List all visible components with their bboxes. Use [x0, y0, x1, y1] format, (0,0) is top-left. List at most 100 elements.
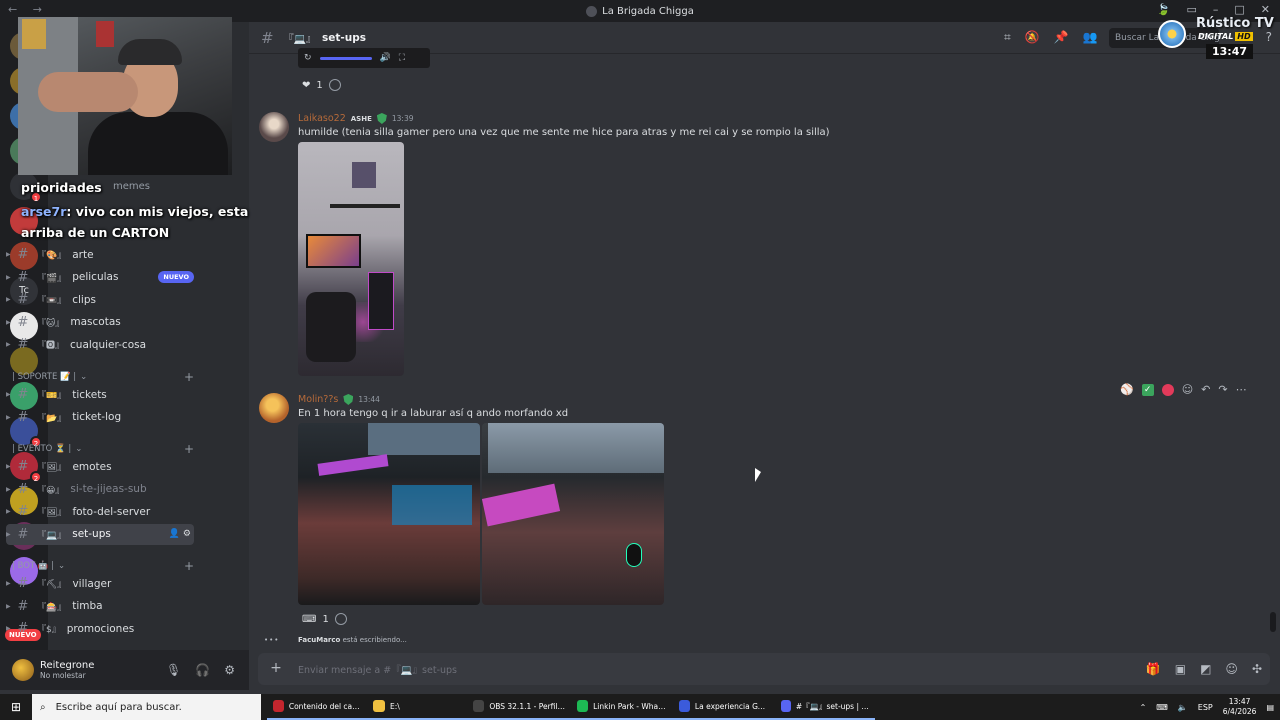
quick-reaction-check[interactable]: ✓ — [1141, 383, 1154, 396]
collapse-arrow-icon: ▶ — [6, 530, 11, 538]
add-reaction-icon[interactable] — [328, 79, 341, 91]
role-shield-icon — [343, 394, 354, 405]
collapse-arrow-icon: ▶ — [6, 463, 11, 470]
gift-icon[interactable]: 🎁 — [1146, 662, 1161, 676]
channel-emoji: 『📂』 — [37, 413, 67, 424]
settings-gear-icon[interactable]: ⚙ — [224, 663, 235, 677]
add-channel-icon[interactable]: + — [184, 370, 194, 384]
taskbar-search[interactable]: ⌕ Escribe aquí para buscar. — [32, 694, 261, 720]
channel-emoji: 『⛏』 — [37, 580, 67, 590]
tray-chevron-icon[interactable]: ⌃ — [1140, 703, 1147, 712]
sidebar-item-clips[interactable]: ▶ # 『📼』 clips — [6, 289, 194, 310]
sidebar-item-set-ups[interactable]: ▶ # 『💻』 set-ups 👤⚙ — [6, 523, 194, 545]
username[interactable]: Reitegrone — [40, 660, 94, 671]
notifications-muted-icon[interactable]: 🔕 — [1025, 30, 1040, 45]
channel-emoji: 『💻』 — [37, 530, 67, 541]
taskbar-app-button[interactable]: Contenido del cana... — [267, 694, 367, 720]
attachment-image-setup[interactable] — [298, 142, 404, 376]
sidebar-item-emotes[interactable]: ▶ # 『🖼』 emotes — [6, 456, 194, 477]
hash-icon: # — [17, 576, 29, 591]
taskbar-app-button[interactable]: OBS 32.1.1 - Perfil: ... — [467, 694, 571, 720]
apps-icon[interactable]: ✣ — [1252, 662, 1262, 676]
language-indicator[interactable]: ESP — [1198, 703, 1213, 712]
volume-bar[interactable] — [319, 56, 372, 60]
avatar[interactable] — [259, 112, 289, 142]
message-author[interactable]: Laikaso22 — [298, 113, 346, 124]
quick-reaction-baseball[interactable]: ⚾ — [1120, 383, 1134, 396]
taskbar-app-label: E:\ — [390, 701, 400, 711]
channel-title: set-ups — [322, 31, 367, 44]
user-tag: ASHE — [350, 114, 372, 123]
typing-dots-icon: ••• — [264, 636, 280, 644]
message-author[interactable]: Molin??s — [298, 394, 338, 405]
sidebar-item-si-te-jijeas-sub[interactable]: ▶ # 『😀』 si-te-jijeas-sub — [6, 479, 194, 500]
add-reaction-icon[interactable] — [334, 613, 347, 625]
sidebar-item-mascotas[interactable]: ▶ # 『🐱』 mascotas — [6, 312, 194, 333]
network-icon[interactable]: ⌨ — [1156, 703, 1168, 712]
emoji-icon[interactable]: ☺ — [1225, 662, 1238, 676]
new-badge: NUEVO — [158, 271, 194, 284]
webcam-overlay — [18, 17, 232, 175]
tv-brand: Rústico TV — [1196, 16, 1274, 31]
add-channel-icon[interactable]: + — [184, 442, 194, 456]
attach-plus-icon[interactable]: + — [268, 661, 284, 677]
windows-start-icon[interactable]: ⊞ — [0, 700, 32, 714]
hash-icon: # — [261, 28, 274, 47]
taskbar-app-button[interactable]: E:\ — [367, 694, 467, 720]
quick-reaction-face[interactable] — [1161, 383, 1174, 396]
sidebar-item-promociones[interactable]: ▶ # 『$』 promociones — [6, 618, 194, 639]
channel-emoji: 『🖼』 — [37, 508, 67, 519]
nav-arrows[interactable]: ← → — [8, 3, 48, 16]
sidebar-item-peliculas[interactable]: ▶ # 『🎬』 peliculas NUEVO — [6, 267, 194, 288]
volume-icon[interactable]: 🔊 — [380, 53, 391, 63]
notifications-icon[interactable]: ▤ — [1266, 703, 1274, 712]
sidebar-item-cualquier-cosa[interactable]: ▶ # 『🅾』 cualquier-cosa — [6, 334, 194, 355]
pin-icon[interactable]: 📌 — [1054, 30, 1069, 45]
attachment-image-desk-2[interactable] — [482, 423, 664, 605]
avatar[interactable] — [259, 393, 289, 423]
taskbar-app-button[interactable]: Linkin Park - What I... — [571, 694, 673, 720]
add-reaction-icon[interactable]: ☺ — [1182, 383, 1193, 396]
sidebar-item-ticket-log[interactable]: ▶ # 『📂』 ticket-log — [6, 407, 194, 428]
typing-user: FacuMarco — [298, 636, 341, 644]
replay-icon[interactable]: ↻ — [304, 53, 312, 63]
headphones-icon[interactable]: 🎧 — [195, 663, 210, 677]
sidebar-item-foto-del-server[interactable]: ▶ # 『🖼』 foto-del-server — [6, 501, 194, 522]
channel-category[interactable]: | EVENTO ⏳ | ⌄ + — [12, 442, 194, 456]
members-icon[interactable]: 👥 — [1083, 30, 1098, 45]
microphone-icon[interactable]: 🎙 — [166, 663, 181, 677]
sticker-icon[interactable]: ◩ — [1200, 662, 1211, 676]
sidebar-item-label: peliculas — [72, 271, 119, 284]
channel-category[interactable]: | SOPORTE 📝 | ⌄ + — [12, 370, 194, 384]
taskbar-clock[interactable]: 13:47 6/4/2026 — [1223, 697, 1257, 717]
message-input[interactable]: Enviar mensaje a #『💻』set-ups — [298, 662, 457, 676]
video-player-controls[interactable]: ↻ 🔊 ⛶ — [298, 48, 430, 68]
channel-memes-label[interactable]: memes — [113, 181, 150, 192]
role-shield-icon — [376, 113, 387, 124]
sidebar-item-tickets[interactable]: ▶ # 『🎫』 tickets — [6, 384, 194, 405]
attachment-image-desk-1[interactable] — [298, 423, 480, 605]
hash-icon: # — [17, 247, 29, 262]
gif-icon[interactable]: ▣ — [1175, 662, 1186, 676]
reply-icon[interactable]: ↶ — [1201, 383, 1210, 396]
sidebar-item-villager[interactable]: ▶ # 『⛏』 villager — [6, 573, 194, 594]
more-options-icon[interactable]: ⋯ — [1236, 383, 1247, 396]
taskbar-app-button[interactable]: La experiencia GTA ... — [673, 694, 775, 720]
sidebar-item-arte[interactable]: ▶ # 『🎨』 arte — [6, 244, 194, 265]
reaction-keyboard[interactable]: ⌨ 1 — [302, 610, 347, 628]
message-scrollbar[interactable] — [1270, 612, 1276, 632]
volume-icon[interactable]: 🔈 — [1178, 703, 1188, 712]
message-composer[interactable]: + Enviar mensaje a #『💻』set-ups 🎁 ▣ ◩ ☺ ✣ — [258, 653, 1270, 685]
collapse-arrow-icon: ▶ — [6, 341, 11, 349]
collapse-arrow-icon: ▶ — [6, 318, 11, 326]
reaction-heart[interactable]: ❤ 1 — [302, 76, 341, 94]
channel-settings-icon[interactable]: 👤⚙ — [169, 529, 194, 539]
fullscreen-icon[interactable]: ⛶ — [399, 53, 405, 63]
add-channel-icon[interactable]: + — [184, 559, 194, 573]
sidebar-item-timba[interactable]: ▶ # 『🎰』 timba — [6, 596, 194, 617]
avatar[interactable] — [12, 659, 34, 681]
threads-icon[interactable]: ⌗ — [1004, 30, 1011, 45]
taskbar-app-button[interactable]: #『💻』set-ups | La B... — [775, 694, 875, 720]
channel-category[interactable]: | BOT 🤖 | ⌄ + — [12, 559, 194, 573]
forward-icon[interactable]: ↷ — [1218, 383, 1227, 396]
